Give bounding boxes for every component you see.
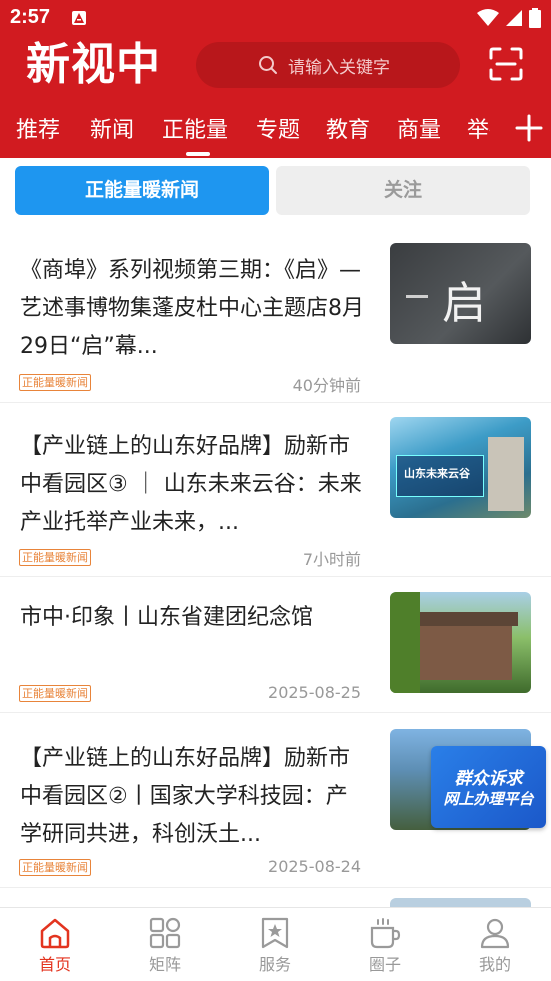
nav-label: 服务 [258, 955, 291, 974]
news-time: 2025-08-25 [268, 683, 361, 702]
news-time: 7小时前 [302, 550, 361, 569]
status-time: 2:57 [10, 6, 51, 28]
nav-mine[interactable]: 我的 [440, 908, 550, 981]
search-bar[interactable]: 请输入关键字 [196, 42, 460, 88]
news-title: 市中·印象丨山东省建团纪念馆 [20, 605, 313, 630]
nav-service[interactable]: 服务 [220, 908, 330, 981]
active-tab-indicator [186, 152, 210, 156]
news-title: 【产业链上的山东好品牌】励新市中看园区②丨国家大学科技园：产学研同共进，科创沃土… [20, 746, 351, 847]
nav-label: 圈子 [368, 955, 401, 974]
news-thumbnail: 山东未来云谷 [390, 417, 531, 518]
nav-circle[interactable]: 圈子 [330, 908, 440, 981]
status-bar: 2:57 [0, 0, 551, 36]
news-item[interactable]: 《商埠》系列视频第三期：《启》—艺述事博物集蓬皮杜中心主题店8月29日“启”幕.… [0, 242, 551, 402]
scan-icon[interactable] [489, 47, 523, 81]
search-placeholder: 请输入关键字 [288, 58, 390, 78]
nav-label: 我的 [478, 955, 511, 974]
tab-news[interactable]: 新闻 [90, 112, 134, 144]
news-thumbnail [390, 592, 531, 693]
banner-line-1: 群众诉求 [454, 769, 523, 789]
user-icon [480, 918, 510, 949]
bottom-nav: 首页 矩阵 服务 圈子 我的 [0, 907, 551, 981]
nav-home[interactable]: 首页 [0, 908, 110, 981]
signal-icon [506, 10, 522, 26]
divider [0, 576, 551, 577]
nav-matrix[interactable]: 矩阵 [110, 908, 220, 981]
banner-line-2: 网上办理平台 [443, 790, 534, 808]
tab-topics[interactable]: 专题 [256, 112, 300, 144]
news-time: 2025-08-24 [268, 857, 361, 876]
wifi-icon [477, 9, 499, 26]
app-logo: 新视中 [26, 39, 161, 90]
thumbnail-building [412, 622, 512, 680]
tab-positive-energy[interactable]: 正能量 [162, 112, 228, 144]
thumbnail-mark [406, 295, 428, 298]
home-icon [40, 918, 70, 949]
grid-icon [149, 917, 181, 949]
news-title: 【产业链上的山东好品牌】励新市中看园区③ ｜ 山东未来云谷：未来产业托举产业未来… [20, 434, 362, 535]
petition-platform-banner[interactable]: 群众诉求 网上办理平台 [431, 746, 546, 828]
notification-icon [72, 11, 86, 25]
divider [0, 887, 551, 888]
news-tag: 正能量暖新闻 [19, 859, 91, 876]
battery-icon [529, 8, 541, 28]
search-icon [259, 56, 277, 74]
nav-label: 矩阵 [148, 955, 181, 974]
segment-follow[interactable]: 关注 [276, 166, 530, 215]
tab-discuss[interactable]: 商量 [397, 112, 441, 144]
app-screen: 2:57 新视中 请输入关键字 推荐 新闻 正能量 专题 教育 商量 举报 正能… [0, 0, 551, 981]
nav-label: 首页 [38, 955, 71, 974]
thumbnail-caption: 山东未来云谷 [404, 467, 470, 480]
thumbnail-caption: 启 [442, 278, 486, 329]
category-tabs: 推荐 新闻 正能量 专题 教育 商量 举报 [0, 104, 551, 158]
thumbnail-tree [390, 592, 420, 693]
segment-positive-news[interactable]: 正能量暖新闻 [15, 166, 269, 215]
news-item[interactable]: 【产业链上的山东好品牌】励新市中看园区③ ｜ 山东未来云谷：未来产业托举产业未来… [0, 416, 551, 576]
news-time: 40分钟前 [292, 376, 361, 395]
add-channel-icon[interactable] [513, 112, 545, 144]
thumbnail-roof [406, 612, 518, 626]
tab-education[interactable]: 教育 [326, 112, 370, 144]
cup-icon [370, 918, 401, 949]
news-tag: 正能量暖新闻 [19, 374, 91, 391]
news-tag: 正能量暖新闻 [19, 549, 91, 566]
thumbnail-building [488, 437, 524, 511]
divider [0, 402, 551, 403]
news-title: 《商埠》系列视频第三期：《启》—艺述事博物集蓬皮杜中心主题店8月29日“启”幕.… [20, 258, 364, 359]
news-item[interactable]: 市中·印象丨山东省建团纪念馆 正能量暖新闻 2025-08-25 [0, 592, 551, 712]
divider [0, 712, 551, 713]
news-tag: 正能量暖新闻 [19, 685, 91, 702]
tab-recommend[interactable]: 推荐 [16, 112, 60, 144]
star-bookmark-icon [261, 917, 289, 949]
top-header: 2:57 新视中 请输入关键字 推荐 新闻 正能量 专题 教育 商量 举报 [0, 0, 551, 158]
news-thumbnail: 启 [390, 243, 531, 344]
system-icons [477, 8, 541, 28]
